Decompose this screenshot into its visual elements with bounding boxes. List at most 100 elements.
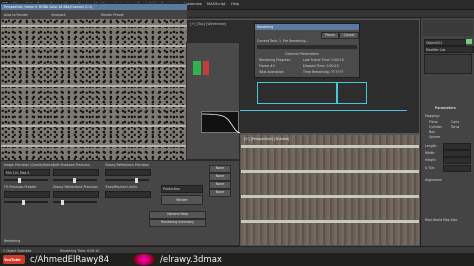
shadow-slider[interactable] [53,177,97,183]
soft-shadows-label: Soft Shadows Precision [53,163,90,167]
viewport-top-label: [+] [Top] [Wireframe] [190,22,227,26]
none-button-4[interactable]: None [209,189,231,197]
none-button-2[interactable]: None [209,173,231,181]
rendered-brick-image [1,19,187,165]
viewport-dropdown-label: Viewport: [51,13,67,17]
real-world-map-size[interactable]: Real-World Map Size [425,218,457,222]
u-tile-field[interactable] [443,165,471,172]
frame-buffer-toolbar: Area to Render Viewport: Render Preset: [1,10,187,19]
render-button[interactable]: Render [161,195,203,205]
instagram-logo-icon [133,254,155,265]
green-indicator [193,61,201,75]
menu-help[interactable]: Help [231,2,239,6]
mapping-item-plane[interactable]: Plane [429,120,438,124]
render-setup-sidepanel [186,42,241,160]
youtube-logo-icon: YouTube [3,255,25,264]
glossy-slider[interactable] [105,177,149,183]
modifier-stack[interactable] [424,54,472,74]
length-label: Length: [425,144,438,148]
rendering-summary-button[interactable]: Rendering Summary [149,219,206,227]
pause-button[interactable]: Pause [321,32,339,39]
frame-value: 0 [273,64,276,68]
menu-maxscript[interactable]: MAXScript [207,2,225,6]
mapping-item-cylinder[interactable]: Cylinder [429,125,442,129]
quality-slider[interactable] [4,177,48,183]
object-name-value: Object001 [426,40,443,45]
last-frame-time: Last Frame Time: 0:00:10 [303,58,344,62]
viewport-perspective-label: [+] [Perspective] [Shaded] [244,137,290,141]
width-label: Width: [425,151,436,155]
modifier-list-dropdown[interactable]: Modifier List [424,46,474,53]
production-value: Production [163,187,180,191]
u-tile-label: U Tile: [425,166,436,170]
frame-label: Frame # [259,64,273,68]
current-task-value: 1. Pre Rendering... [279,39,309,43]
general-help-button[interactable]: General Help [149,211,206,219]
glossy-select[interactable] [105,169,151,176]
brick-wall-render [241,135,419,245]
rendering-dialog-titlebar: Rendering [255,24,359,30]
quality-value: Min 1/4, Max 4 [6,170,30,175]
length-field[interactable] [443,143,471,150]
image-precision-label: Image Precision (Quality/Noise) [4,163,55,167]
status-bar: 1 Object Selected Rendering Time: 0:00:1… [0,246,474,253]
mapping-item-torus[interactable]: Torus [451,125,459,129]
quality-select[interactable]: Min 1/4, Max 4 [4,169,50,176]
refr-slider-knob[interactable] [61,199,64,205]
shadow-slider-knob[interactable] [73,177,76,183]
soft-shadow-select[interactable] [53,169,99,176]
final-gather-label: FG Precision Presets [4,185,37,189]
rendering-dialog-title: Rendering [257,25,274,29]
production-dropdown[interactable]: Production [161,185,203,193]
rendering-progress-dialog: Rendering Pause Cancel Current Task: 1. … [254,23,360,78]
area-to-render-label: Area to Render [4,13,28,17]
curve-graph [201,113,241,134]
mapping-item-sphere[interactable]: Sphere [429,135,440,139]
trace-select[interactable] [105,191,151,198]
task-progress-bar [257,45,357,49]
alignment-label: Alignment: [425,178,443,182]
object-color-swatch[interactable] [466,39,472,44]
trace-label: Trace/Bounce Limits [105,185,137,189]
youtube-handle: c/AhmedElRawy84 [30,254,110,265]
wireframe-object[interactable] [257,82,337,104]
total-animation-label: Total Animation [259,70,284,74]
modifier-list-label: Modifier List [426,47,446,52]
refr-slider[interactable] [53,199,97,205]
render-settings-panel: Image Precision (Quality/Noise) Soft Sha… [0,160,240,246]
render-panel-footer: Rendering [4,239,21,243]
width-field[interactable] [443,150,471,157]
mapping-item-cone[interactable]: Cone [451,120,459,124]
render-time-status: Rendering Time: 0:00:10 [60,248,100,253]
none-button-3[interactable]: None [209,181,231,189]
height-label: Height: [425,158,437,162]
fg-select[interactable] [4,191,50,198]
instagram-handle: /elrawy.3dmax [160,254,222,265]
command-panel: Object001 Modifier List Parameters Mappi… [420,18,474,256]
elapsed-time: Elapsed Time: 0:00:10 [303,64,339,68]
cancel-button[interactable]: Cancel [339,32,359,39]
refr-select[interactable] [53,191,99,198]
current-task-label: Current Task: [257,39,278,43]
mapping-item-box[interactable]: Box [429,130,435,134]
quality-slider-knob[interactable] [18,177,21,183]
glossy-slider-knob[interactable] [135,177,138,183]
time-remaining: Time Remaining: ??:??:?? [303,70,344,74]
social-footer: YouTube c/AhmedElRawy84 /elrawy.3dmax [0,253,474,266]
fg-slider[interactable] [4,199,48,205]
wireframe-object-2[interactable] [337,82,367,104]
mapping-label: Mapping: [425,114,440,118]
glossy-reflections-label: Glossy Reflections Precision [105,163,150,167]
frame-buffer-window: Perspective, frame 0, RGBA Color 16 Bits… [0,3,187,165]
command-panel-tabs[interactable] [423,20,473,36]
red-indicator [203,61,209,75]
none-button-1[interactable]: None [209,165,231,173]
youtube-logo-text: YouTube [4,257,21,262]
wireframe-edge [227,110,407,111]
selection-status: 1 Object Selected [3,248,32,253]
fg-slider-knob[interactable] [22,199,25,205]
glossy-refractions-label: Glossy Refractions Precision [53,185,98,189]
object-name-field[interactable]: Object001 [424,39,466,46]
height-field[interactable] [443,157,471,164]
viewport-perspective[interactable]: [+] [Perspective] [Shaded] [240,134,420,246]
